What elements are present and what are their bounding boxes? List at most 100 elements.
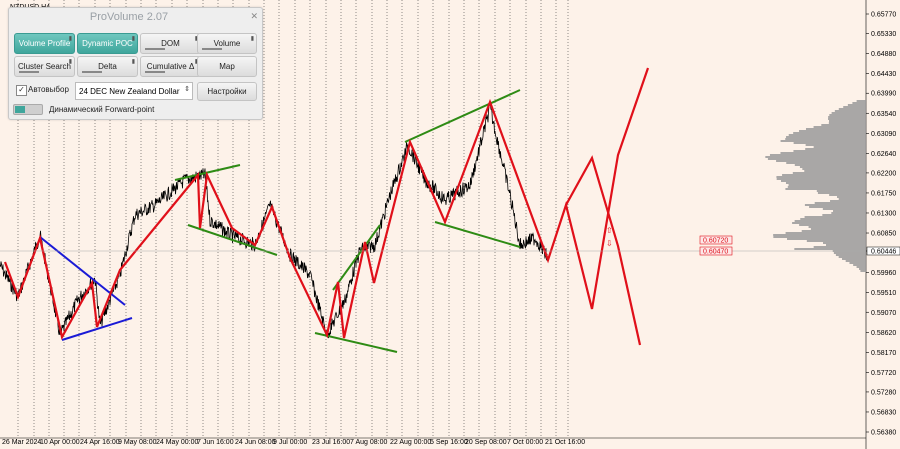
volume-bar [842,258,866,260]
time-tick-label: 24 May 00:00 [156,439,199,446]
price-tick-label: 0.59070 [871,310,896,317]
price-tick-label: 0.59960 [871,270,896,277]
volume-bar [847,104,866,106]
volume-bar [787,238,866,240]
volume-bar [829,194,866,196]
time-tick-label: 22 Aug 00:00 [390,439,431,446]
volume-bar [860,270,866,272]
volume-bar [792,172,866,174]
arrow-up-icon: ⇧ [606,226,613,235]
volume-bar [786,162,866,164]
volume-bar [816,190,866,192]
price-tick-label: 0.63990 [871,91,896,98]
volume-bar [845,260,866,262]
mini-bars-icon [145,48,165,50]
time-tick-label: 24 Jun 08:00 [235,439,276,446]
volume-bar [773,234,866,236]
instrument-select[interactable]: 24 DEC New Zealand Dollar ⇕ [75,82,193,100]
price-tag-label: 0.60470 [703,249,728,256]
auto-select-checkbox[interactable]: ✓ [16,85,27,96]
volume-bar [804,170,866,172]
volume-bar [836,196,866,198]
volume-bar [834,110,866,112]
chevron-up-down-icon: ⇕ [184,86,190,93]
volume-bar [833,252,866,254]
provolume-panel[interactable]: ProVolume 2.07 ✕ Volume Profile ▮ Dynamic… [8,7,263,120]
volume-bar [822,214,866,216]
volume-bar [817,192,866,194]
volume-bar [785,138,866,140]
time-tick-label: 7 Oct 00:00 [507,439,543,446]
time-tick-label: 20 Sep 08:00 [465,439,507,446]
price-tick-label: 0.63090 [871,131,896,138]
time-axis: 26 Mar 202410 Apr 00:00 24 Apr 16:009 May… [2,439,585,446]
volume-bar [794,220,866,222]
volume-bar [773,236,866,238]
chart-window[interactable]: ⇧ ⇩ 0.65770 0.65330 0.64880 0.64430 0.63990 0.… [0,0,900,449]
volume-bar [794,248,866,250]
volume-bar [806,240,866,242]
volume-bar [776,160,866,162]
mini-bars-icon [82,71,102,73]
volume-bar [794,164,866,166]
price-tick-label: 0.56830 [871,409,896,416]
delta-button[interactable]: Delta ▮ [77,56,138,77]
volume-bar [765,156,866,158]
volume-bar [823,242,866,244]
mini-bars-icon [19,71,39,73]
time-tick-label: 21 Oct 16:00 [545,439,585,446]
volume-bar [769,154,866,156]
dynamic-poc-button[interactable]: Dynamic POC ▮ [77,33,138,54]
volume-bar [838,198,866,200]
volume-button[interactable]: Volume ▮ [197,33,257,54]
volume-bar [835,254,866,256]
cumulative-delta-button[interactable]: Cumulative Δ▮ [140,56,201,77]
volume-bar [856,100,866,102]
pin-icon[interactable]: ▮ [69,35,72,42]
volume-profile [765,100,866,272]
cluster-search-button[interactable]: Cluster Search ▮ [14,56,75,77]
price-tick-label: 0.58620 [871,330,896,337]
volume-bar [801,230,866,232]
price-tick-label: 0.62640 [871,151,896,158]
map-button[interactable]: Map [197,56,257,77]
volume-bar [802,168,866,170]
volume-profile-button[interactable]: Volume Profile ▮ [14,33,75,54]
volume-bar [821,124,866,126]
volume-bar [814,202,866,204]
volume-bar [782,174,866,176]
settings-button[interactable]: Настройки [197,82,257,101]
volume-bar [805,148,866,150]
price-axis: 0.65770 0.65330 0.64880 0.64430 0.63990 0.635… [866,12,900,437]
pin-icon[interactable]: ▮ [132,58,135,65]
volume-bar [808,226,866,228]
volume-bar [792,222,866,224]
volume-bar [776,178,866,180]
volume-bar [830,200,866,202]
price-tick-label: 0.56380 [871,430,896,437]
price-tick-label: 0.65770 [871,12,896,19]
volume-bar [831,212,866,214]
volume-bar [793,132,866,134]
price-tick-label: 0.61750 [871,190,896,197]
auto-select-label: Автовыбор [28,85,69,94]
volume-bar [838,256,866,258]
forward-point-toggle[interactable] [13,104,43,115]
volume-bar [799,224,866,226]
volume-bar [799,130,866,132]
green-trendlines [174,89,521,353]
price-tick-label: 0.64430 [871,71,896,78]
time-tick-label: 7 Aug 08:00 [350,439,387,446]
pin-icon[interactable]: ▮ [132,35,135,42]
volume-bar [828,118,866,120]
close-icon[interactable]: ✕ [250,11,258,22]
time-tick-label: 9 Jul 00:00 [273,439,307,446]
dom-button[interactable]: DOM▮ [140,33,201,54]
volume-bar [822,208,866,210]
volume-bar [856,266,866,268]
volume-bar [785,232,866,234]
volume-bar [788,184,866,186]
pin-icon[interactable]: ▮ [251,35,254,42]
volume-bar [805,128,866,130]
pin-icon[interactable]: ▮ [69,58,72,65]
